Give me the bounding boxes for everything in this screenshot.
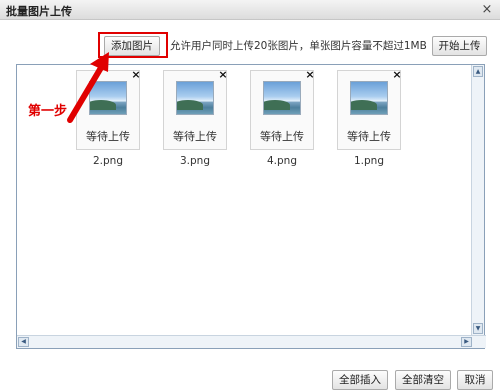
step-arrow-shaft bbox=[67, 63, 105, 123]
clear-all-button[interactable]: 全部清空 bbox=[395, 370, 451, 390]
insert-all-button[interactable]: 全部插入 bbox=[332, 370, 388, 390]
step-arrow-icon bbox=[67, 52, 109, 123]
cancel-button[interactable]: 取消 bbox=[457, 370, 493, 390]
